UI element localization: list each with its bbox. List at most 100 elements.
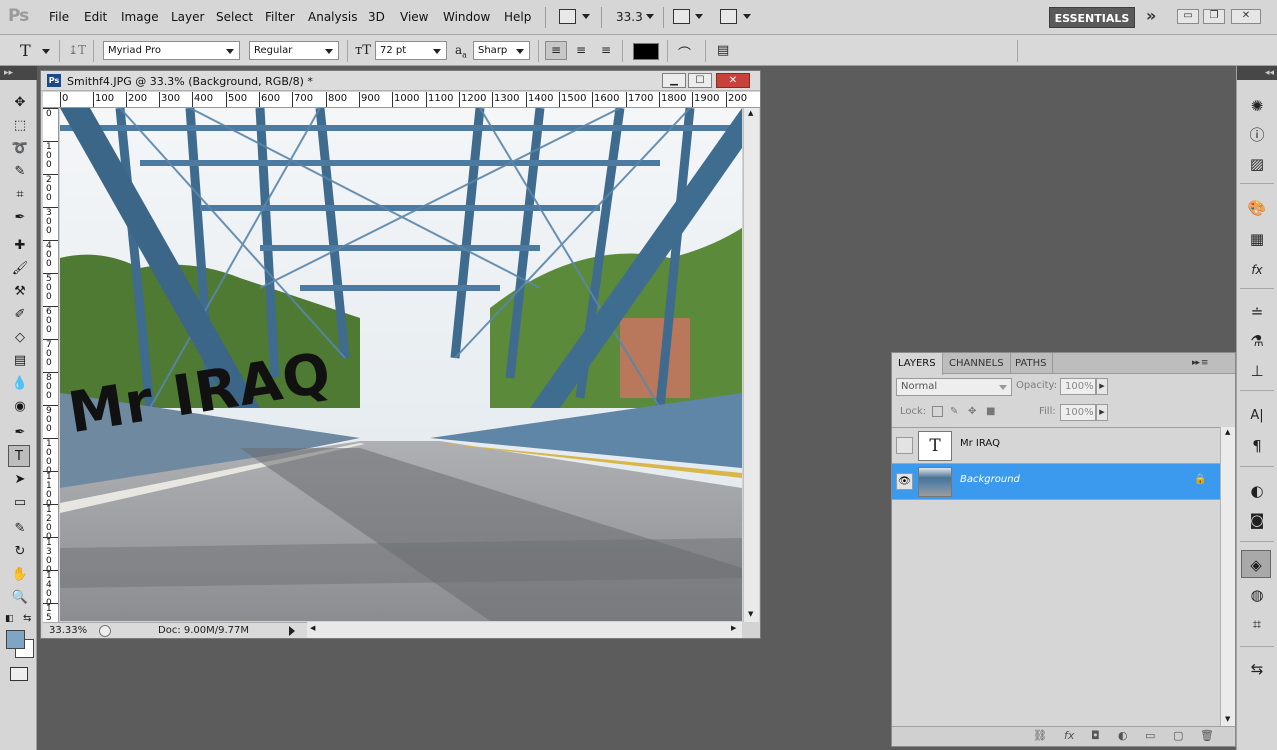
layer-row[interactable]: T Mr IRAQ <box>892 428 1220 464</box>
menu-analysis[interactable]: Analysis <box>308 10 357 24</box>
character-panels-icon[interactable]: ▤ <box>717 43 729 58</box>
history-brush-tool-icon[interactable]: ✐ <box>10 305 30 325</box>
workspace-essentials-button[interactable]: ESSENTIALS <box>1049 7 1135 28</box>
font-style-select[interactable]: Regular <box>249 41 339 60</box>
adjustments-icon[interactable]: ≐ <box>1246 301 1268 323</box>
add-mask-icon[interactable]: ◘ <box>1091 729 1100 742</box>
align-left-button[interactable]: ≡ <box>545 41 567 60</box>
scroll-down-icon[interactable]: ▼ <box>748 610 753 618</box>
paragraph-icon[interactable]: ¶ <box>1246 435 1268 457</box>
align-right-button[interactable]: ≡ <box>595 41 617 60</box>
opacity-slider-icon[interactable]: ▶ <box>1096 378 1108 395</box>
layer-name[interactable]: Mr IRAQ <box>960 438 1000 449</box>
warp-text-icon[interactable]: ⌒ <box>678 43 691 62</box>
menu-help[interactable]: Help <box>504 10 531 24</box>
new-layer-icon[interactable]: ▢ <box>1173 729 1183 742</box>
tool-presets-icon[interactable]: ◙ <box>1246 509 1268 531</box>
document-minimize-button[interactable]: ▁ <box>662 73 686 88</box>
layer-row-selected[interactable]: 👁 Background 🔒 <box>892 464 1220 500</box>
eraser-tool-icon[interactable]: ◇ <box>10 328 30 348</box>
document-title-bar[interactable]: Ps Smithf4.JPG @ 33.3% (Background, RGB/… <box>41 71 760 91</box>
antialias-select[interactable]: Sharp <box>473 41 530 60</box>
lock-all-icon[interactable]: ■ <box>986 406 995 417</box>
launch-bridge-icon[interactable] <box>559 9 576 24</box>
link-layers-icon[interactable]: ⛓ <box>1033 729 1047 742</box>
chevron-down-icon[interactable] <box>743 14 751 19</box>
document-horizontal-scrollbar[interactable]: ◀ ▶ <box>307 622 742 638</box>
opacity-field[interactable]: 100% <box>1060 378 1096 395</box>
type-tool-icon[interactable]: T <box>8 445 30 467</box>
zoom-level[interactable]: 33.3 <box>616 10 643 24</box>
channels-icon[interactable]: ◍ <box>1246 584 1268 606</box>
more-workspaces-icon[interactable]: » <box>1146 6 1156 25</box>
styles-icon[interactable]: fx <box>1246 259 1268 281</box>
align-center-button[interactable]: ≡ <box>570 41 592 60</box>
clone-stamp-tool-icon[interactable]: ⚒ <box>10 282 30 302</box>
default-colors-icon[interactable]: ◧ <box>5 614 14 624</box>
layer-visibility-toggle[interactable] <box>896 437 913 454</box>
zoom-tool-icon[interactable]: 🔍 <box>10 588 30 608</box>
menu-layer[interactable]: Layer <box>171 10 204 24</box>
layer-name[interactable]: Background <box>960 474 1020 485</box>
blend-mode-select[interactable]: Normal <box>896 378 1012 396</box>
document-maximize-button[interactable]: ☐ <box>688 73 712 88</box>
paths-icon[interactable]: ⌗ <box>1246 613 1268 635</box>
menu-window[interactable]: Window <box>443 10 490 24</box>
dock-collapse-icon[interactable]: ◂◂ <box>1237 66 1277 80</box>
fill-field[interactable]: 100% <box>1060 404 1096 421</box>
3d-rotate-tool-icon[interactable]: ✎ <box>10 519 30 539</box>
document-vertical-scrollbar[interactable]: ▲ ▼ <box>743 108 759 622</box>
swap-colors-icon[interactable]: ⇆ <box>23 613 31 624</box>
tab-paths[interactable]: PATHS <box>1009 353 1054 374</box>
scroll-right-icon[interactable]: ▶ <box>731 624 736 632</box>
path-selection-tool-icon[interactable]: ➤ <box>10 470 30 490</box>
close-app-button[interactable]: ✕ <box>1231 9 1261 24</box>
clone-source-icon[interactable]: ⊥ <box>1246 360 1268 382</box>
type-tool-preset-icon[interactable]: T <box>20 41 31 60</box>
minimize-app-button[interactable]: ▭ <box>1177 9 1199 24</box>
gradient-tool-icon[interactable]: ▤ <box>10 351 30 371</box>
arrange-documents-icon[interactable] <box>673 9 690 24</box>
scroll-down-icon[interactable]: ▼ <box>1225 715 1230 723</box>
fill-slider-icon[interactable]: ▶ <box>1096 404 1108 421</box>
adjustment-layer-icon[interactable]: ◐ <box>1118 729 1128 742</box>
marquee-tool-icon[interactable]: ⬚ <box>10 116 30 136</box>
layers-icon[interactable]: ◈ <box>1241 550 1271 578</box>
eye-icon[interactable]: 👁 <box>896 473 913 490</box>
font-family-select[interactable]: Myriad Pro <box>103 41 240 60</box>
layers-scrollbar[interactable]: ▲ ▼ <box>1220 427 1235 726</box>
document-canvas[interactable]: Mr IRAQ <box>60 108 742 621</box>
menu-3d[interactable]: 3D <box>368 10 385 24</box>
chevron-down-icon[interactable] <box>695 14 703 19</box>
chevron-down-icon[interactable] <box>582 14 590 19</box>
eyedropper-tool-icon[interactable]: ✒ <box>10 208 30 228</box>
text-orientation-icon[interactable]: ↨T <box>68 43 86 57</box>
lasso-tool-icon[interactable]: ➰ <box>10 139 30 159</box>
blur-tool-icon[interactable]: 💧 <box>10 374 30 394</box>
lock-position-icon[interactable]: ✥ <box>968 406 976 417</box>
navigator-icon[interactable]: ✺ <box>1246 95 1268 117</box>
status-refresh-icon[interactable] <box>99 625 111 637</box>
restore-app-button[interactable]: ❐ <box>1203 9 1225 24</box>
menu-filter[interactable]: Filter <box>265 10 295 24</box>
tab-layers[interactable]: LAYERS <box>892 353 943 375</box>
menu-image[interactable]: Image <box>121 10 159 24</box>
panel-menu-icon[interactable]: ▸▸ ≡ <box>1192 358 1208 368</box>
delete-layer-icon[interactable]: 🗑 <box>1200 729 1214 742</box>
character-icon[interactable]: A| <box>1246 405 1268 427</box>
menu-select[interactable]: Select <box>216 10 253 24</box>
rectangle-tool-icon[interactable]: ▭ <box>10 493 30 513</box>
masks-icon[interactable]: ⚗ <box>1246 330 1268 352</box>
color-icon[interactable]: 🎨 <box>1246 197 1268 219</box>
history-icon[interactable]: ⇆ <box>1246 658 1268 680</box>
swatches-icon[interactable]: ▦ <box>1246 228 1268 250</box>
move-tool-icon[interactable]: ✥ <box>10 93 30 113</box>
menu-edit[interactable]: Edit <box>84 10 107 24</box>
menu-view[interactable]: View <box>400 10 428 24</box>
scroll-left-icon[interactable]: ◀ <box>310 624 315 632</box>
hand-tool-icon[interactable]: ✋ <box>10 565 30 585</box>
lock-image-icon[interactable]: ✎ <box>950 406 958 417</box>
status-zoom[interactable]: 33.33% <box>49 623 87 638</box>
crop-tool-icon[interactable]: ⌗ <box>10 185 30 205</box>
healing-brush-tool-icon[interactable]: ✚ <box>10 236 30 256</box>
